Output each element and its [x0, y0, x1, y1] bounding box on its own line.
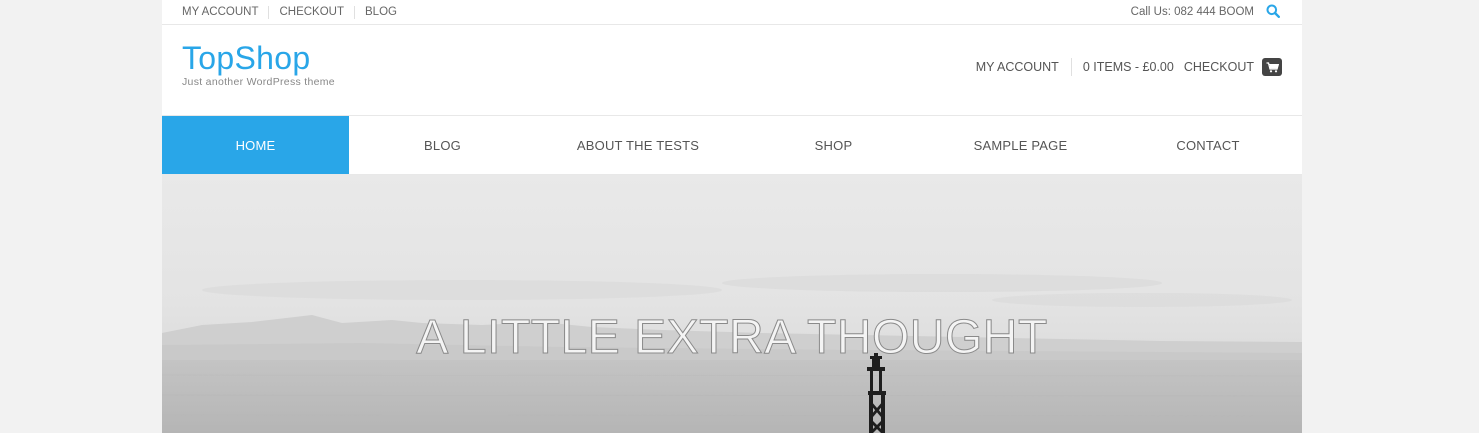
hero-slider: A LITTLE EXTRA THOUGHT — [162, 175, 1302, 433]
nav-contact[interactable]: CONTACT — [1114, 116, 1302, 174]
phone-text: Call Us: 082 444 BOOM — [1130, 6, 1254, 18]
header-cart-area: MY ACCOUNT 0 ITEMS - £0.00 CHECKOUT — [976, 58, 1282, 76]
cart-icon[interactable] — [1262, 58, 1282, 76]
nav-shop[interactable]: SHOP — [740, 116, 927, 174]
nav-home[interactable]: HOME — [162, 116, 349, 174]
site-branding: TopShop Just another WordPress theme — [182, 42, 335, 88]
top-link-blog[interactable]: BLOG — [354, 5, 407, 19]
nav-about-the-tests[interactable]: ABOUT THE TESTS — [536, 116, 740, 174]
site-container: MY ACCOUNT CHECKOUT BLOG Call Us: 082 44… — [162, 0, 1302, 433]
nav-blog[interactable]: BLOG — [349, 116, 536, 174]
header-my-account-link[interactable]: MY ACCOUNT — [976, 58, 1072, 76]
top-right: Call Us: 082 444 BOOM — [1131, 4, 1282, 20]
search-icon[interactable] — [1266, 4, 1282, 20]
cart-summary-link[interactable]: 0 ITEMS - £0.00 — [1083, 60, 1174, 74]
header-checkout-link[interactable]: CHECKOUT — [1184, 60, 1254, 74]
top-links: MY ACCOUNT CHECKOUT BLOG — [182, 5, 407, 19]
site-tagline: Just another WordPress theme — [182, 76, 335, 88]
top-bar: MY ACCOUNT CHECKOUT BLOG Call Us: 082 44… — [162, 0, 1302, 25]
hero-background-image — [162, 175, 1302, 433]
hero-title: A LITTLE EXTRA THOUGHT — [416, 311, 1048, 364]
top-link-my-account[interactable]: MY ACCOUNT — [182, 6, 268, 19]
site-title[interactable]: TopShop — [182, 42, 335, 74]
nav-sample-page[interactable]: SAMPLE PAGE — [927, 116, 1114, 174]
main-navigation: HOME BLOG ABOUT THE TESTS SHOP SAMPLE PA… — [162, 116, 1302, 175]
site-header: TopShop Just another WordPress theme MY … — [162, 25, 1302, 116]
top-link-checkout[interactable]: CHECKOUT — [268, 5, 354, 19]
